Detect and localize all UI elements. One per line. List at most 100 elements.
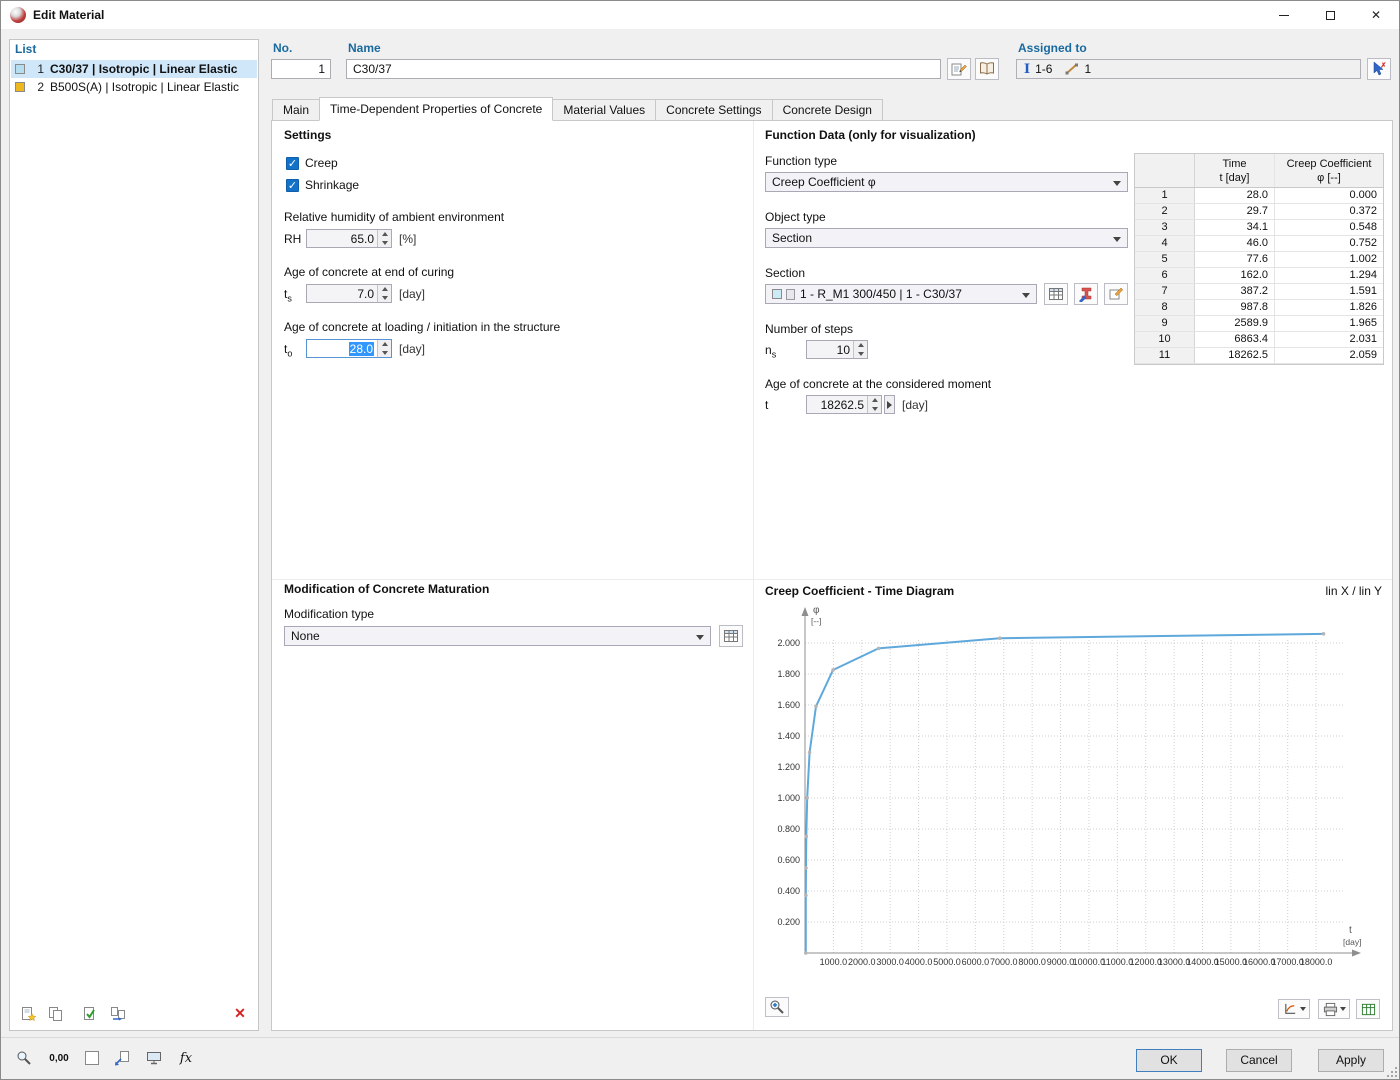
- table-row[interactable]: 11 18262.5 2.059: [1135, 348, 1383, 364]
- cancel-button[interactable]: Cancel: [1226, 1049, 1292, 1072]
- table-row[interactable]: 6 162.0 1.294: [1135, 268, 1383, 284]
- table-row[interactable]: 2 29.7 0.372: [1135, 204, 1383, 220]
- creep-time-chart[interactable]: 1000.02000.03000.04000.05000.06000.07000…: [761, 599, 1393, 991]
- tab[interactable]: Main: [272, 99, 320, 121]
- steps-label: Number of steps: [765, 322, 853, 336]
- no-label: No.: [273, 41, 292, 55]
- svg-text:[--]: [--]: [811, 616, 821, 626]
- diagram-scale-label: lin X / lin Y: [1326, 584, 1382, 598]
- delete-material-button[interactable]: ✕: [228, 1003, 252, 1024]
- table-grid-icon: [723, 628, 739, 644]
- table-row[interactable]: 3 34.1 0.548: [1135, 220, 1383, 236]
- accept-material-button[interactable]: [78, 1003, 102, 1024]
- minimize-icon: [1279, 15, 1289, 16]
- loading-spinner[interactable]: [377, 340, 391, 357]
- delete-x-icon: ✕: [234, 1005, 246, 1022]
- creep-cell: 0.752: [1275, 236, 1383, 251]
- section-library-button[interactable]: [1044, 283, 1068, 305]
- time-cell: 34.1: [1195, 220, 1275, 235]
- section-dialog-button[interactable]: [1074, 283, 1098, 305]
- curing-age-input[interactable]: 7.0: [306, 284, 392, 303]
- table-row[interactable]: 7 387.2 1.591: [1135, 284, 1383, 300]
- tab[interactable]: Time-Dependent Properties of Concrete: [319, 97, 553, 121]
- spin-up-icon: [378, 230, 391, 239]
- new-material-button[interactable]: [16, 1003, 40, 1024]
- tab[interactable]: Concrete Design: [772, 99, 883, 121]
- material-list-item[interactable]: 2 B500S(A) | Isotropic | Linear Elastic: [11, 78, 257, 96]
- magnifier-plus-icon: [769, 999, 785, 1015]
- modification-library-button[interactable]: [719, 625, 743, 647]
- table-row[interactable]: 5 77.6 1.002: [1135, 252, 1383, 268]
- minimize-button[interactable]: [1261, 1, 1307, 29]
- ok-button[interactable]: OK: [1136, 1049, 1202, 1072]
- material-color-swatch: [15, 82, 25, 92]
- shrinkage-checkbox[interactable]: ✓ Shrinkage: [286, 178, 359, 192]
- decimal-places-label: 0,00: [49, 1053, 68, 1064]
- tab[interactable]: Material Values: [552, 99, 656, 121]
- function-data-title: Function Data (only for visualization): [765, 128, 976, 142]
- no-field: 1: [271, 59, 331, 79]
- formula-button[interactable]: fx: [173, 1046, 199, 1070]
- curing-spinner[interactable]: [377, 285, 391, 302]
- steps-input[interactable]: 10: [806, 340, 868, 359]
- tab-label: Main: [283, 103, 309, 117]
- humidity-input[interactable]: 65.0: [306, 229, 392, 248]
- select-objects-button[interactable]: ✗: [1367, 58, 1391, 80]
- function-type-value: Creep Coefficient φ: [772, 175, 876, 189]
- close-button[interactable]: ✕: [1353, 1, 1399, 29]
- rename-material-button[interactable]: [947, 58, 971, 80]
- chart-settings-button[interactable]: [1278, 999, 1310, 1019]
- material-list-item[interactable]: 1 C30/37 | Isotropic | Linear Elastic: [11, 60, 257, 78]
- copy-material-button[interactable]: [44, 1003, 68, 1024]
- resize-grip[interactable]: [1385, 1065, 1397, 1077]
- loading-age-input[interactable]: 28.0: [306, 339, 392, 358]
- svg-text:φ: φ: [813, 605, 820, 616]
- table-row[interactable]: 8 987.8 1.826: [1135, 300, 1383, 316]
- modification-type-select[interactable]: None: [284, 626, 711, 646]
- display-options-button[interactable]: [79, 1046, 105, 1070]
- chevron-down-icon: [696, 635, 704, 640]
- creep-cell: 1.002: [1275, 252, 1383, 267]
- decimal-places-button[interactable]: 0,00: [43, 1046, 75, 1070]
- creep-checkbox[interactable]: ✓ Creep: [286, 156, 338, 170]
- moment-age-input[interactable]: 18262.5: [806, 395, 882, 414]
- humidity-spinner[interactable]: [377, 230, 391, 247]
- assigned-members-value: 1: [1084, 62, 1091, 76]
- function-type-select[interactable]: Creep Coefficient φ: [765, 172, 1128, 192]
- name-field[interactable]: C30/37: [346, 59, 941, 79]
- material-library-button[interactable]: [975, 58, 999, 80]
- spin-up-icon: [378, 285, 391, 294]
- section-select[interactable]: 1 - R_M1 300/450 | 1 - C30/37: [765, 284, 1037, 304]
- table-row[interactable]: 4 46.0 0.752: [1135, 236, 1383, 252]
- transfer-sheets-icon: [110, 1006, 126, 1022]
- edit-section-button[interactable]: [1104, 283, 1128, 305]
- spin-down-icon: [378, 239, 391, 248]
- object-type-select[interactable]: Section: [765, 228, 1128, 248]
- table-row[interactable]: 9 2589.9 1.965: [1135, 316, 1383, 332]
- apply-button[interactable]: Apply: [1318, 1049, 1384, 1072]
- svg-text:9000.0: 9000.0: [1047, 957, 1075, 967]
- export-chart-button[interactable]: [1356, 999, 1380, 1019]
- moment-next-step-button[interactable]: [884, 395, 895, 414]
- maximize-button[interactable]: [1307, 1, 1353, 29]
- material-number: 2: [30, 80, 44, 94]
- steps-spinner[interactable]: [853, 341, 867, 358]
- display-on-model-button[interactable]: [141, 1046, 167, 1070]
- table-body: 1 28.0 0.000 2 29.7 0.372 3 34.1 0.548: [1135, 188, 1383, 364]
- moment-spinner[interactable]: [867, 396, 881, 413]
- tab[interactable]: Concrete Settings: [655, 99, 772, 121]
- assigned-to-label: Assigned to: [1018, 41, 1087, 55]
- table-header: Timet [day] Creep Coefficientφ [--]: [1135, 154, 1383, 188]
- comment-button[interactable]: [109, 1046, 135, 1070]
- zoom-chart-button[interactable]: [765, 997, 789, 1017]
- table-row[interactable]: 1 28.0 0.000: [1135, 188, 1383, 204]
- find-material-button[interactable]: [11, 1046, 37, 1070]
- creep-column-header: Creep Coefficientφ [--]: [1275, 154, 1383, 187]
- material-color-swatch: [15, 64, 25, 74]
- curing-age-label: Age of concrete at end of curing: [284, 265, 454, 279]
- table-row[interactable]: 10 6863.4 2.031: [1135, 332, 1383, 348]
- diagram-title: Creep Coefficient - Time Diagram: [765, 584, 954, 598]
- print-chart-button[interactable]: [1318, 999, 1350, 1019]
- transfer-material-button[interactable]: [106, 1003, 130, 1024]
- loading-age-label: Age of concrete at loading / initiation …: [284, 320, 560, 334]
